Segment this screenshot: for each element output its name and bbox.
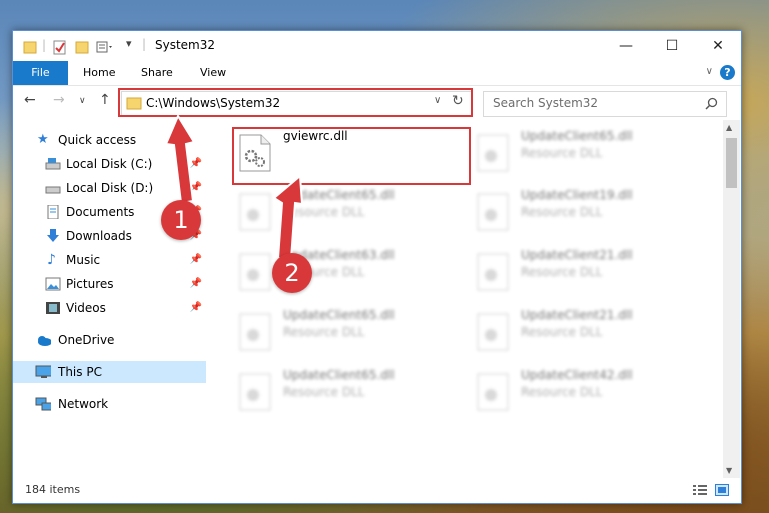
search-icon[interactable] (705, 97, 718, 110)
dll-file-icon (239, 313, 271, 351)
vertical-scrollbar[interactable]: ▲ ▼ (723, 120, 740, 478)
sidebar-item-local-disk-d[interactable]: Local Disk (D:) 📌 (13, 177, 206, 199)
recent-locations-button[interactable]: ∨ (79, 96, 86, 106)
tab-share[interactable]: Share (141, 61, 173, 85)
ribbon: File Home Share View ∨ ? (13, 61, 741, 86)
computer-icon (35, 365, 51, 378)
scroll-down-icon[interactable]: ▼ (726, 466, 732, 475)
pin-icon[interactable]: 📌 (190, 273, 202, 295)
file-highlight-box (232, 127, 471, 185)
view-options-icon[interactable] (96, 39, 116, 55)
star-icon: ★ (37, 132, 49, 147)
pictures-icon (45, 277, 61, 291)
details-view-icon[interactable] (693, 484, 707, 496)
scroll-thumb[interactable] (726, 138, 737, 188)
file-item[interactable]: UpdateClient21.dll Resource DLL (471, 305, 697, 359)
window-title: System32 (155, 38, 216, 52)
title-bar: | ▾ | System32 — ☐ ✕ (13, 31, 741, 61)
large-icons-view-icon[interactable] (715, 484, 729, 496)
item-count: 184 items (25, 483, 81, 496)
help-icon[interactable]: ? (720, 65, 735, 80)
file-list: gviewrc.dll UpdateClient65.dll Resource … (209, 120, 723, 478)
pin-icon[interactable]: 📌 (190, 153, 202, 175)
close-button[interactable]: ✕ (695, 31, 741, 61)
dll-file-icon (239, 253, 271, 291)
step-badge-1: 1 (161, 200, 201, 240)
sidebar-item-local-disk-c[interactable]: Local Disk (C:) 📌 (13, 153, 206, 175)
download-arrow-icon (47, 229, 59, 242)
drive-icon (45, 186, 61, 194)
expand-ribbon-icon[interactable]: ∨ (706, 66, 713, 77)
scroll-up-icon[interactable]: ▲ (726, 123, 732, 132)
tab-home[interactable]: Home (83, 61, 115, 85)
step-badge-2: 2 (272, 253, 312, 293)
sidebar-item-onedrive[interactable]: OneDrive (13, 329, 206, 351)
videos-icon (46, 302, 60, 314)
dll-file-icon (477, 313, 509, 351)
properties-icon[interactable] (53, 39, 67, 55)
status-bar: 184 items (13, 478, 741, 502)
forward-button[interactable]: → (53, 92, 65, 108)
search-box[interactable]: Search System32 (483, 91, 727, 117)
dll-file-icon (477, 134, 509, 172)
minimize-button[interactable]: — (603, 31, 649, 61)
maximize-button[interactable]: ☐ (649, 31, 695, 61)
sidebar-item-this-pc[interactable]: This PC (13, 361, 206, 383)
dll-file-icon (239, 193, 271, 231)
file-item[interactable]: UpdateClient42.dll Resource DLL (471, 365, 697, 419)
sidebar-item-pictures[interactable]: Pictures 📌 (13, 273, 206, 295)
file-item[interactable]: UpdateClient65.dll Resource DLL (471, 126, 697, 180)
dll-file-icon (477, 373, 509, 411)
sidebar-item-videos[interactable]: Videos 📌 (13, 297, 206, 319)
file-item[interactable]: UpdateClient65.dll Resource DLL (233, 365, 459, 419)
address-highlight-box (118, 88, 473, 117)
new-folder-icon[interactable] (75, 39, 89, 55)
file-item[interactable]: UpdateClient21.dll Resource DLL (471, 245, 697, 299)
music-note-icon: ♪ (47, 252, 56, 268)
pin-icon[interactable]: 📌 (190, 177, 202, 199)
pin-icon[interactable]: 📌 (190, 297, 202, 319)
file-item[interactable]: UpdateClient65.dll Resource DLL (233, 305, 459, 359)
drive-c-icon (45, 158, 61, 170)
pin-icon[interactable]: 📌 (190, 249, 202, 271)
tab-view[interactable]: View (200, 61, 226, 85)
explorer-window: | ▾ | System32 — ☐ ✕ File Home Share Vie… (12, 30, 742, 504)
sidebar-item-quick-access[interactable]: ★ Quick access (13, 129, 206, 151)
file-item[interactable]: UpdateClient63.dll Resource DLL (233, 245, 459, 299)
dll-file-icon (477, 253, 509, 291)
sidebar-item-music[interactable]: ♪ Music 📌 (13, 249, 206, 271)
documents-icon (47, 205, 59, 219)
sidebar-item-network[interactable]: Network (13, 393, 206, 415)
folder-icon (23, 41, 37, 54)
dll-file-icon (239, 373, 271, 411)
search-input[interactable]: Search System32 (493, 96, 598, 110)
navigation-pane: ★ Quick access Local Disk (C:) 📌 Local D… (13, 120, 206, 478)
navigation-bar: ← → ∨ ↑ C:\Windows\System32 ∨ ↻ Search S… (13, 86, 741, 120)
up-button[interactable]: ↑ (99, 92, 111, 108)
tab-file[interactable]: File (13, 61, 68, 85)
file-item[interactable]: UpdateClient19.dll Resource DLL (471, 185, 697, 239)
back-button[interactable]: ← (24, 92, 36, 108)
network-icon (35, 397, 51, 411)
dll-file-icon (477, 193, 509, 231)
customize-toolbar-icon[interactable]: ▾ (126, 37, 132, 50)
file-item[interactable]: UpdateClient65.dll Resource DLL (233, 185, 459, 239)
cloud-icon (38, 336, 51, 346)
